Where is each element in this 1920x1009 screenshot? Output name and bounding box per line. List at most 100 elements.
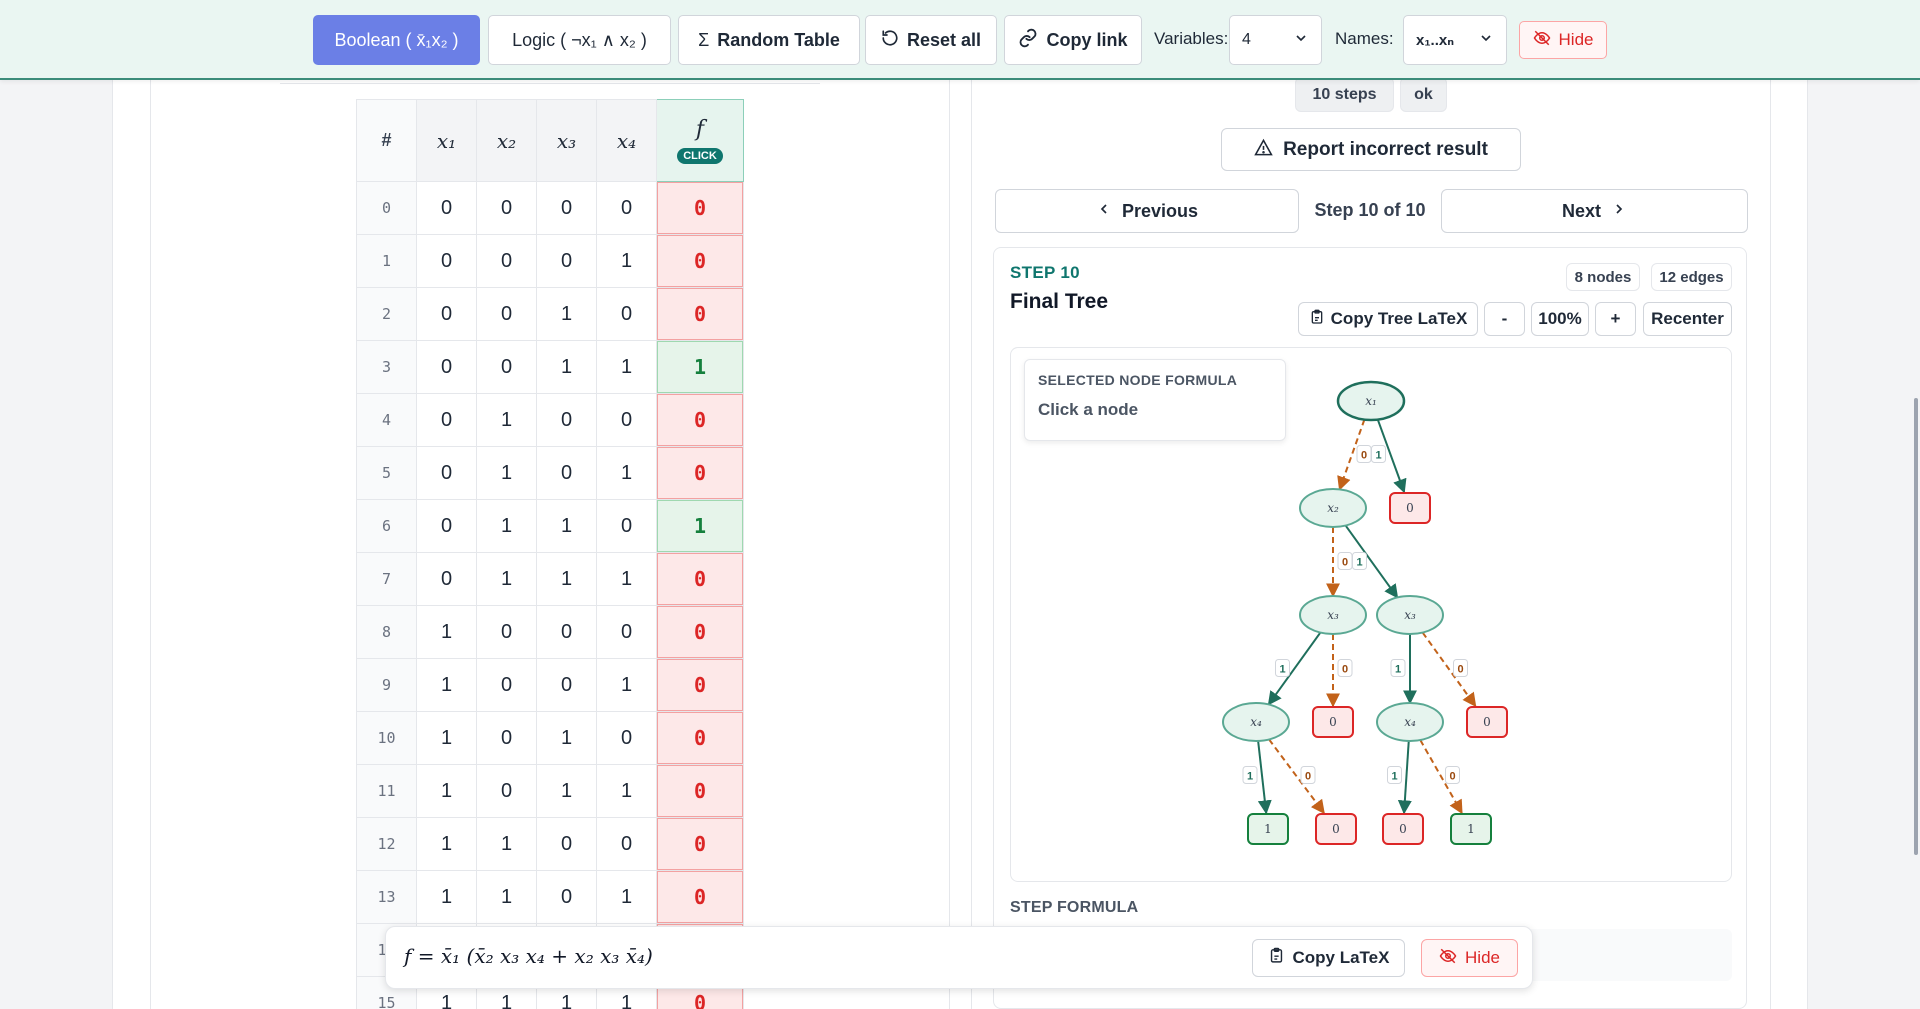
cell-x1: 0 xyxy=(416,287,477,341)
cell-x1: 1 xyxy=(416,711,477,765)
tree-node-l3[interactable]: 0 xyxy=(1466,706,1508,738)
row-index: 8 xyxy=(356,605,417,659)
cell-x3: 0 xyxy=(536,817,597,871)
tree-node-l1[interactable]: 0 xyxy=(1389,492,1431,524)
cell-f-output[interactable]: 0 xyxy=(656,711,744,765)
svg-text:1: 1 xyxy=(1264,822,1272,836)
row-index: 0 xyxy=(356,181,417,235)
cell-x3: 1 xyxy=(536,711,597,765)
nodes-count-text: 8 nodes xyxy=(1574,268,1632,286)
page-scrollbar[interactable] xyxy=(1914,398,1918,855)
variables-select[interactable]: 4 xyxy=(1229,15,1322,65)
tree-node-n3b[interactable]: x₃ xyxy=(1376,595,1444,635)
cell-x2: 0 xyxy=(476,711,537,765)
cell-x1: 1 xyxy=(416,870,477,924)
clipboard-icon xyxy=(1268,947,1285,969)
row-index: 10 xyxy=(356,711,417,765)
cell-x3: 1 xyxy=(536,552,597,606)
recenter-button[interactable]: Recenter xyxy=(1643,302,1732,336)
tree-node-n4a[interactable]: x₄ xyxy=(1222,702,1290,742)
link-icon xyxy=(1018,28,1038,53)
cell-f-output[interactable]: 1 xyxy=(656,499,744,553)
cell-x2: 0 xyxy=(476,287,537,341)
tree-node-n3a[interactable]: x₃ xyxy=(1299,595,1367,635)
cell-f-output[interactable]: 0 xyxy=(656,552,744,606)
cell-f-output[interactable]: 0 xyxy=(656,393,744,447)
truth-table-body: 0000001000102001003001114010005010106011… xyxy=(356,181,744,1009)
copy-latex-button[interactable]: Copy LaTeX xyxy=(1252,939,1405,977)
svg-text:0: 0 xyxy=(1457,664,1463,676)
previous-button[interactable]: Previous xyxy=(995,189,1299,233)
reset-all-button[interactable]: Reset all xyxy=(865,15,997,65)
header-f-label: f xyxy=(695,116,705,142)
header-x3: x₃ xyxy=(536,99,597,182)
cell-f-output[interactable]: 0 xyxy=(656,870,744,924)
cell-f-output[interactable]: 0 xyxy=(656,817,744,871)
chevron-left-icon xyxy=(1096,201,1112,222)
tree-node-l4[interactable]: 1 xyxy=(1247,813,1289,845)
cell-f-output[interactable]: 0 xyxy=(656,764,744,818)
cell-f-output[interactable]: 0 xyxy=(656,446,744,500)
mode-boolean-label: Boolean ( x̄₁x₂ ) xyxy=(334,29,459,50)
svg-text:x₃: x₃ xyxy=(1404,608,1416,622)
table-row: 601101 xyxy=(356,499,744,553)
svg-text:x₂: x₂ xyxy=(1327,501,1339,515)
mode-logic-button[interactable]: Logic ( ¬x₁ ∧ x₂ ) xyxy=(488,15,671,65)
cell-f-output[interactable]: 0 xyxy=(656,658,744,712)
svg-text:0: 0 xyxy=(1305,771,1311,783)
tree-node-l7[interactable]: 1 xyxy=(1450,813,1492,845)
tree-node-n4b[interactable]: x₄ xyxy=(1376,702,1444,742)
cell-x4: 1 xyxy=(596,446,657,500)
zoom-level-button[interactable]: 100% xyxy=(1531,302,1589,336)
cell-x2: 0 xyxy=(476,605,537,659)
status-text: ok xyxy=(1414,85,1433,103)
svg-text:x₁: x₁ xyxy=(1365,394,1377,408)
tree-edge-label: 1 xyxy=(1242,766,1258,784)
zoom-out-button[interactable]: - xyxy=(1484,302,1525,336)
random-table-button[interactable]: Σ Random Table xyxy=(678,15,860,65)
cell-x1: 0 xyxy=(416,181,477,235)
formula-hide-button[interactable]: Hide xyxy=(1421,939,1518,977)
report-incorrect-button[interactable]: Report incorrect result xyxy=(1221,128,1521,171)
tree-node-n2[interactable]: x₂ xyxy=(1299,488,1367,528)
svg-text:0: 0 xyxy=(1399,822,1407,836)
svg-text:0: 0 xyxy=(1449,771,1455,783)
chevron-down-icon xyxy=(1293,30,1309,51)
zoom-in-label: + xyxy=(1610,309,1621,328)
copy-tree-latex-button[interactable]: Copy Tree LaTeX xyxy=(1298,302,1478,336)
cell-x1: 0 xyxy=(416,393,477,447)
tree-edge-label: 1 xyxy=(1390,659,1406,677)
svg-text:1: 1 xyxy=(1467,822,1475,836)
header-x1: x₁ xyxy=(416,99,477,182)
cell-f-output[interactable]: 0 xyxy=(656,234,744,288)
cell-x3: 0 xyxy=(536,658,597,712)
tree-node-n1[interactable]: x₁ xyxy=(1336,380,1406,422)
cell-f-output[interactable]: 0 xyxy=(656,181,744,235)
row-index: 9 xyxy=(356,658,417,712)
svg-text:0: 0 xyxy=(1342,664,1348,676)
tree-node-l2[interactable]: 0 xyxy=(1312,706,1354,738)
selected-node-hint: Click a node xyxy=(1038,400,1139,419)
nodes-count-badge: 8 nodes xyxy=(1566,263,1640,291)
copy-link-button[interactable]: Copy link xyxy=(1004,15,1142,65)
tree-node-l6[interactable]: 0 xyxy=(1382,813,1424,845)
cell-x1: 0 xyxy=(416,499,477,553)
cell-x1: 1 xyxy=(416,764,477,818)
cell-f-output[interactable]: 0 xyxy=(656,605,744,659)
tree-node-l5[interactable]: 0 xyxy=(1315,813,1357,845)
cell-f-output[interactable]: 1 xyxy=(656,340,744,394)
row-index: 6 xyxy=(356,499,417,553)
next-button[interactable]: Next xyxy=(1441,189,1748,233)
clipboard-icon xyxy=(1309,309,1325,330)
zoom-in-button[interactable]: + xyxy=(1595,302,1636,336)
cell-f-output[interactable]: 0 xyxy=(656,287,744,341)
reset-all-label: Reset all xyxy=(906,29,982,50)
tree-edge-label: 0 xyxy=(1337,659,1353,677)
names-select[interactable]: x₁..xₙ xyxy=(1403,15,1507,65)
toolbar-hide-button[interactable]: Hide xyxy=(1519,21,1607,59)
tree-edge-n4a-l5 xyxy=(1268,738,1325,815)
mode-boolean-button[interactable]: Boolean ( x̄₁x₂ ) xyxy=(313,15,480,65)
copy-link-label: Copy link xyxy=(1046,29,1128,50)
header-f[interactable]: f CLICK xyxy=(656,99,744,182)
variables-value: 4 xyxy=(1242,31,1251,48)
